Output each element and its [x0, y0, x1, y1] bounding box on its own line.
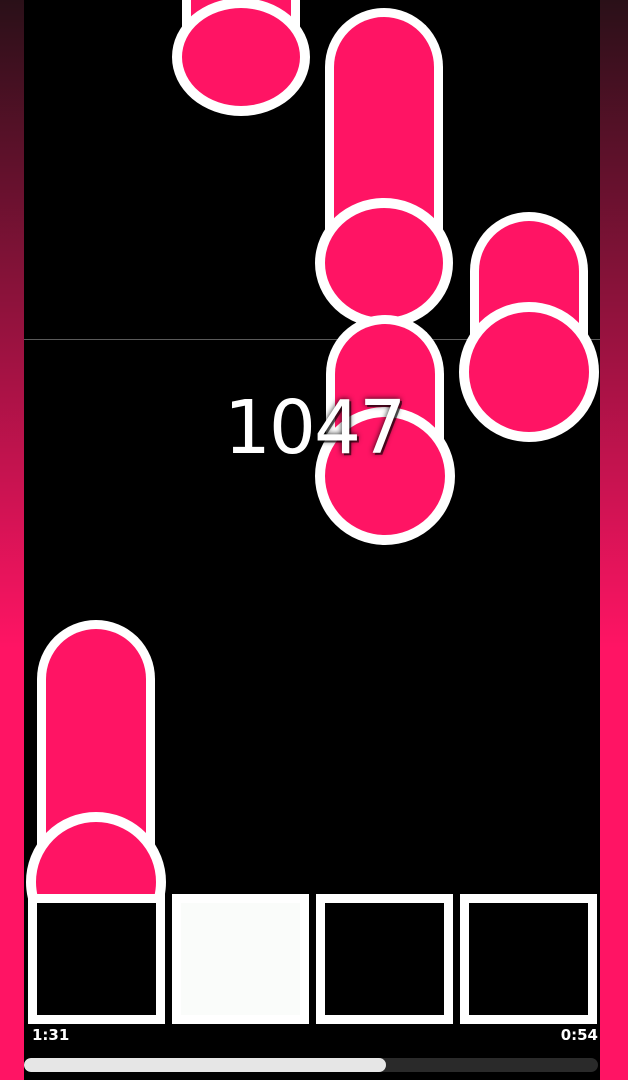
lane-key-3[interactable]	[316, 894, 453, 1024]
lane-key-2[interactable]	[172, 894, 309, 1024]
elapsed-time: 1:31	[32, 1026, 70, 1044]
remaining-time: 0:54	[560, 1026, 598, 1044]
right-side-bar	[600, 0, 628, 1080]
song-progress-bar[interactable]	[24, 1058, 598, 1072]
hold-note	[315, 8, 453, 328]
game-screen: 1047 1:31 0:54	[0, 0, 628, 1080]
score-counter: 1047	[223, 385, 406, 471]
song-progress-fill	[24, 1058, 386, 1072]
left-side-bar	[0, 0, 24, 1080]
hold-note	[172, 0, 310, 136]
lane-key-4[interactable]	[460, 894, 597, 1024]
lane-key-1[interactable]	[28, 894, 165, 1024]
